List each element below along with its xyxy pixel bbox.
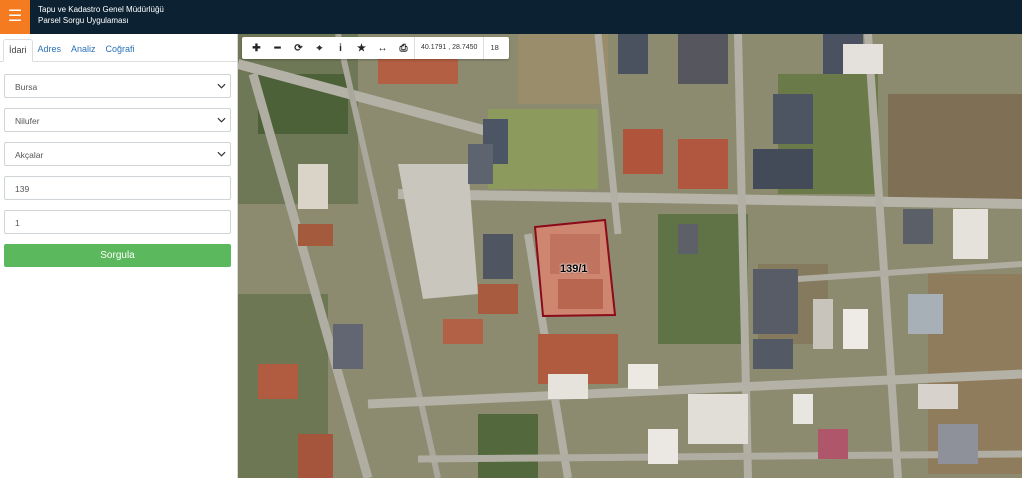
parsel-input-value: 1 — [15, 218, 20, 228]
tab-analiz[interactable]: Analiz — [66, 39, 101, 62]
refresh-icon[interactable]: ⟳ — [288, 37, 309, 59]
app-title-line2: Parsel Sorgu Uygulaması — [38, 16, 129, 25]
info-icon[interactable]: i — [330, 37, 351, 59]
mahalle-select-value: Akçalar — [15, 150, 44, 160]
zoom-in-icon[interactable]: ✚ — [246, 37, 267, 59]
chevron-down-icon — [217, 151, 226, 157]
star-icon[interactable]: ★ — [351, 37, 372, 59]
aerial-imagery — [238, 34, 1022, 478]
zoom-out-icon[interactable]: ━ — [267, 37, 288, 59]
map-toolbar: ✚ ━ ⟳ ⌖ i ★ ↔ ⎙ 40.1791 , 28.7450 18 — [242, 37, 509, 59]
sorgula-button[interactable]: Sorgula — [4, 244, 231, 267]
app-title: Tapu ve Kadastro Genel Müdürlüğü Parsel … — [38, 4, 164, 26]
top-header-bar: ☰ Tapu ve Kadastro Genel Müdürlüğü Parse… — [0, 0, 1022, 34]
chevron-down-icon — [217, 117, 226, 123]
map-view[interactable]: 139/1 ✚ ━ ⟳ ⌖ i ★ ↔ ⎙ 40.1791 , 28.7450 … — [238, 34, 1022, 478]
sidebar-tabs: İdari Adres Analiz Coğrafi — [0, 34, 237, 62]
ilce-select[interactable]: Nilufer — [4, 108, 231, 132]
mahalle-select[interactable]: Akçalar — [4, 142, 231, 166]
parcel-label: 139/1 — [560, 263, 588, 275]
sidebar-panel: İdari Adres Analiz Coğrafi Bursa Nilufer… — [0, 34, 238, 478]
hamburger-icon: ☰ — [7, 8, 23, 25]
ilce-select-value: Nilufer — [15, 116, 40, 126]
chevron-down-icon — [217, 83, 226, 89]
parsel-input[interactable]: 1 — [4, 210, 231, 234]
tab-idari[interactable]: İdari — [3, 39, 33, 62]
ada-input-value: 139 — [15, 184, 30, 194]
measure-icon[interactable]: ↔ — [372, 37, 393, 59]
tab-adres[interactable]: Adres — [33, 39, 67, 62]
il-select[interactable]: Bursa — [4, 74, 231, 98]
locate-icon[interactable]: ⌖ — [309, 37, 330, 59]
il-select-value: Bursa — [15, 82, 38, 92]
zoom-level: 18 — [483, 37, 504, 59]
hamburger-menu-button[interactable]: ☰ — [0, 0, 30, 34]
tab-cografi[interactable]: Coğrafi — [101, 39, 140, 62]
print-icon[interactable]: ⎙ — [393, 37, 414, 59]
coordinate-readout: 40.1791 , 28.7450 — [414, 37, 483, 59]
ada-input[interactable]: 139 — [4, 176, 231, 200]
query-form: Bursa Nilufer Akçalar 139 1 Sorgula — [0, 62, 237, 267]
app-title-line1: Tapu ve Kadastro Genel Müdürlüğü — [38, 5, 164, 14]
